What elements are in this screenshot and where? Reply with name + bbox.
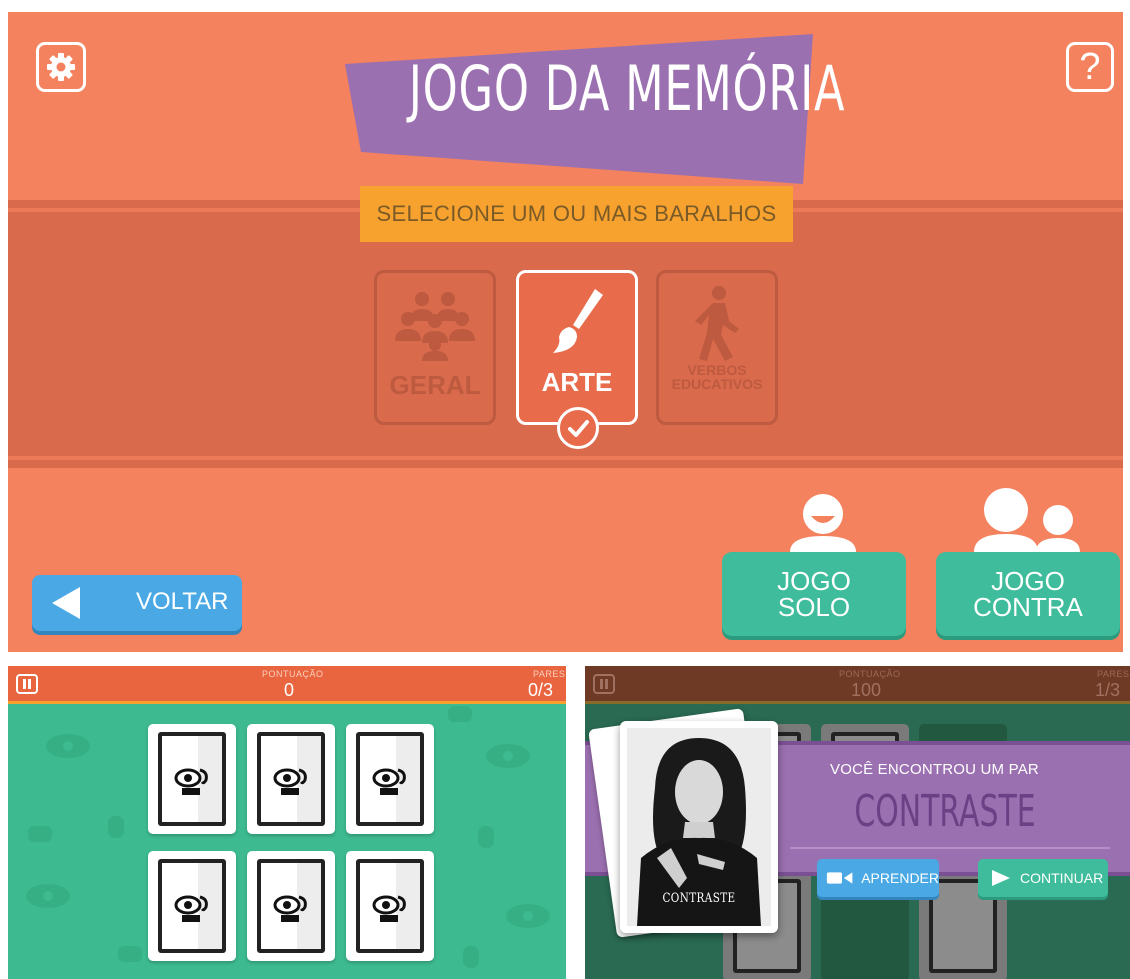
match-message: VOCÊ ENCONTROU UM PAR (830, 761, 1039, 778)
card-word-label: CONTRASTE (662, 891, 736, 906)
card-back (257, 732, 325, 826)
memory-card[interactable] (247, 724, 335, 834)
video-camera-icon (826, 872, 853, 884)
score-label: PONTUAÇÃO (839, 669, 901, 679)
pairs-label: PARES (533, 669, 566, 679)
people-icon (395, 292, 475, 361)
match-found-screen: PONTUAÇÃO 100 PARES 1/3 VOCÊ ENCONTROU U… (585, 666, 1130, 979)
back-arrow-icon (52, 587, 80, 619)
eye-ear-logo-icon (273, 895, 307, 922)
eye-ear-logo-icon (174, 768, 208, 795)
pairs-label: PARES (1097, 669, 1130, 679)
memory-card[interactable] (346, 851, 434, 961)
deck-geral[interactable]: GERAL (374, 270, 496, 425)
score-value: 0 (284, 680, 295, 700)
paintbrush-icon (553, 289, 603, 353)
solo-label-line2: SOLO (777, 592, 851, 622)
dialog-divider (790, 847, 1110, 849)
matched-word: CONTRASTE (854, 786, 1036, 837)
deck-label: GERAL (389, 370, 481, 400)
score-value: 100 (851, 680, 882, 700)
game-board-screen: PONTUAÇÃO 0 PARES 0/3 (8, 666, 566, 979)
pause-button[interactable] (16, 674, 38, 694)
deck-instructions: SELECIONE UM OU MAIS BARALHOS (360, 186, 793, 242)
walking-person-icon (695, 286, 739, 361)
help-button[interactable]: ? (1066, 42, 1114, 92)
hud-bar: PONTUAÇÃO 100 PARES 1/3 (585, 666, 1130, 704)
two-players-icon (974, 488, 1080, 552)
pairs-value: 0/3 (528, 680, 554, 700)
pause-button[interactable] (593, 674, 615, 694)
versus-game-button[interactable]: JOGO CONTRA (936, 552, 1120, 636)
learn-button[interactable]: APRENDER (817, 859, 939, 897)
eye-ear-logo-icon (372, 895, 406, 922)
continue-button[interactable]: CONTINUAR (978, 859, 1108, 897)
continue-label: CONTINUAR (1020, 870, 1104, 886)
single-player-icon (790, 494, 856, 552)
menu-screen: ? JOGO DA MEMÓRIA SELECIONE UM OU MAIS B… (8, 12, 1123, 652)
solo-game-button[interactable]: JOGO SOLO (722, 552, 906, 636)
solo-label-line1: JOGO (777, 566, 851, 596)
score-label: PONTUAÇÃO (262, 669, 324, 679)
play-icon (992, 870, 1010, 886)
deck-label: VERBOS EDUCATIVOS (671, 362, 763, 392)
pairs-value: 1/3 (1095, 680, 1121, 700)
deck-label: ARTE (541, 367, 613, 397)
card-back (158, 859, 226, 953)
versus-label-line2: CONTRA (973, 592, 1083, 622)
eye-ear-logo-icon (372, 768, 406, 795)
eye-ear-logo-icon (174, 895, 208, 922)
deck-arte[interactable]: ARTE (516, 270, 638, 449)
matched-card: CONTRASTE (620, 721, 778, 933)
memory-card[interactable] (346, 724, 434, 834)
versus-label-line1: JOGO (991, 566, 1065, 596)
deck-verbos-educativos[interactable]: VERBOS EDUCATIVOS (656, 270, 778, 425)
memory-card[interactable] (247, 851, 335, 961)
card-back (158, 732, 226, 826)
back-label: VOLTAR (136, 588, 229, 615)
gear-icon (47, 53, 75, 81)
learn-label: APRENDER (861, 870, 939, 886)
selected-check-icon (557, 407, 599, 449)
card-back (257, 859, 325, 953)
back-button[interactable]: VOLTAR (32, 575, 242, 631)
signing-photo: CONTRASTE (627, 728, 771, 926)
settings-button[interactable] (36, 42, 86, 92)
help-icon: ? (1079, 46, 1101, 88)
memory-card[interactable] (148, 851, 236, 961)
band-stripe-bottom (8, 456, 1123, 460)
eye-ear-logo-icon (273, 768, 307, 795)
hud-bar: PONTUAÇÃO 0 PARES 0/3 (8, 666, 566, 704)
card-back (356, 732, 424, 826)
card-back (356, 859, 424, 953)
memory-card[interactable] (148, 724, 236, 834)
game-title: JOGO DA MEMÓRIA (408, 52, 846, 125)
